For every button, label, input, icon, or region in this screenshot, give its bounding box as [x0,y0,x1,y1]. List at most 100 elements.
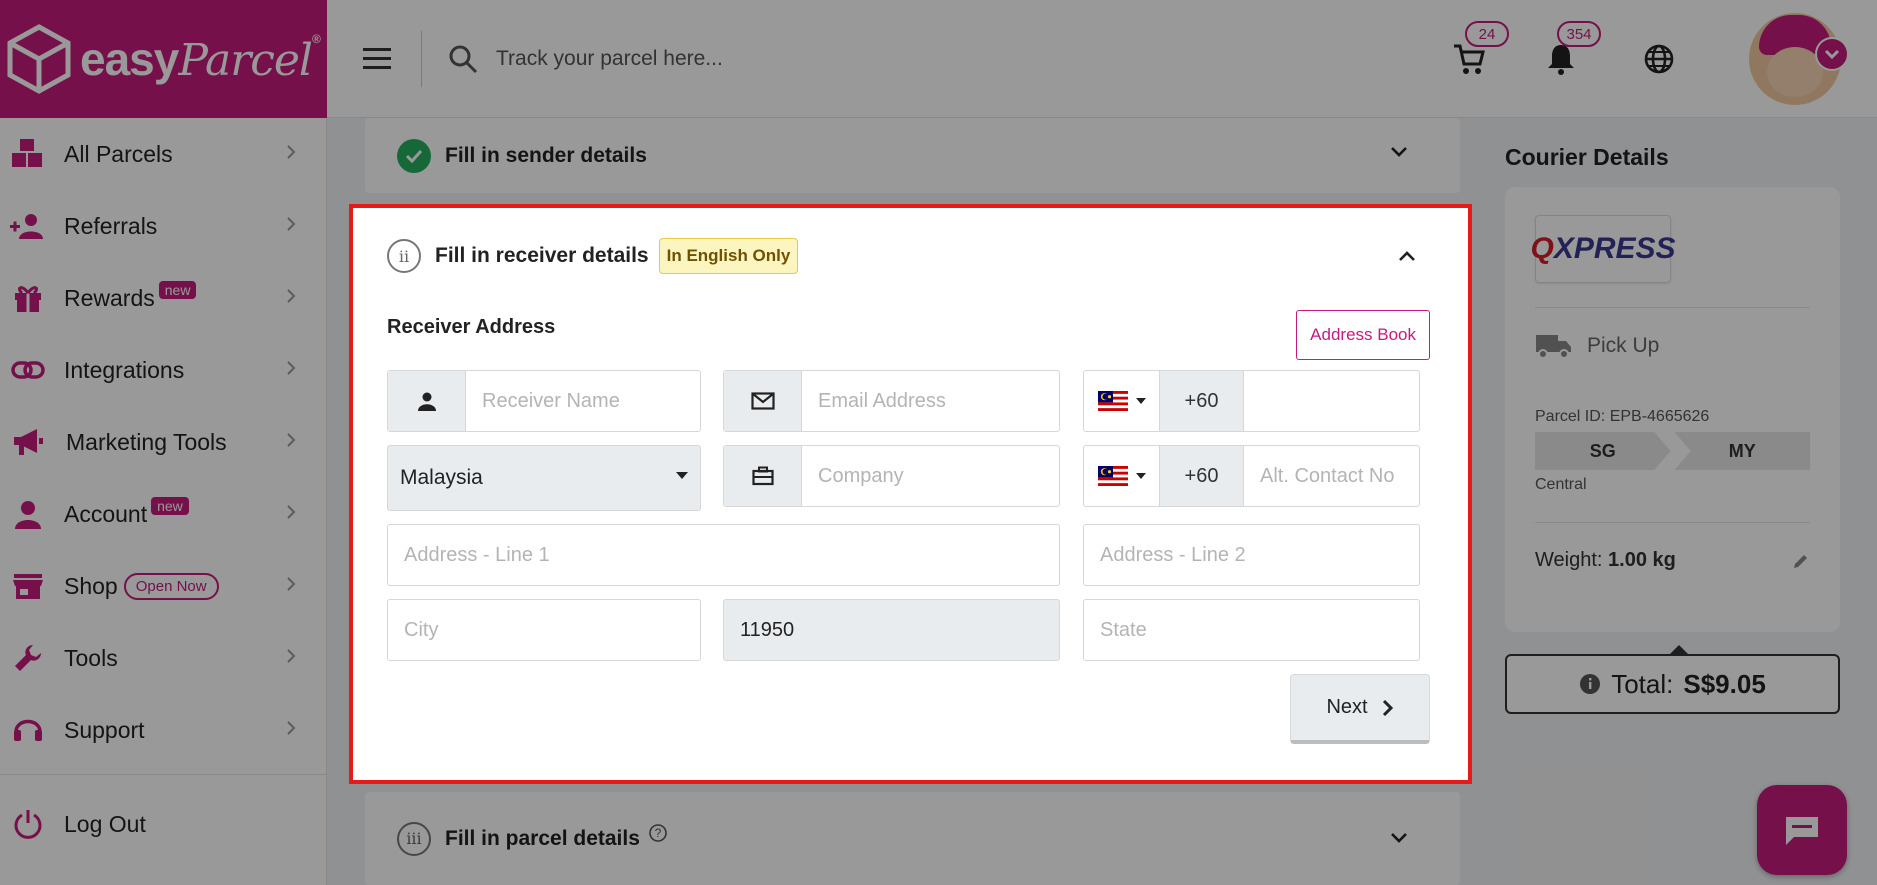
sidebar-item-tools[interactable]: Tools [0,622,326,694]
chevron-down-icon[interactable] [1390,832,1408,844]
person-icon [388,371,466,431]
logout-label: Log Out [64,810,146,837]
step-parcel[interactable]: iii Fill in parcel details ? [365,792,1460,885]
user-avatar[interactable] [1749,13,1849,105]
chat-button[interactable] [1757,785,1847,875]
bell-icon [1548,45,1574,75]
sidebar-item-all-parcels[interactable]: All Parcels [0,118,326,190]
receiver-address-label: Receiver Address [387,316,556,338]
sidebar-item-label: All Parcels [64,140,173,167]
route-from: SG [1535,432,1671,470]
truck-icon [1536,335,1571,359]
route-to: MY [1674,432,1810,470]
phone-code: +60 [1160,371,1244,431]
sidebar-divider [0,774,326,775]
main-content: Fill in sender details [365,118,1460,193]
power-icon [8,804,48,844]
sidebar-item-label: Marketing Tools [66,428,227,455]
track-parcel-search-input[interactable] [496,46,1096,71]
weight-label: Weight: [1535,549,1603,571]
step-sender-title: Fill in sender details [445,143,647,167]
sidebar-item-label: Tools [64,644,118,671]
sidebar-item-referrals[interactable]: Referrals [0,190,326,262]
topbar-divider [421,30,422,87]
language-button[interactable] [1639,39,1679,79]
sidebar-item-integrations[interactable]: Integrations [0,334,326,406]
country-code-select[interactable] [1084,371,1160,431]
sidebar-item-rewards[interactable]: Rewards new [0,262,326,334]
chevron-right-icon [287,145,296,159]
cart-icon [1454,44,1485,74]
logout-button[interactable]: Log Out [0,788,320,860]
user-icon [8,494,48,534]
globe-icon [1644,44,1674,74]
city-input[interactable] [388,600,700,660]
sidebar: All Parcels Referrals Rewards new Integr… [0,118,327,885]
courier-card: QXPRESS Pick Up Parcel ID: EPB-4665626 S… [1505,187,1840,632]
total-label: Total: [1611,668,1674,699]
headset-icon [8,710,48,750]
company-input[interactable] [802,446,1059,506]
sidebar-item-label: Support [64,716,145,743]
alt-phone-input[interactable] [1244,446,1419,506]
postcode-input[interactable] [724,600,1059,660]
caret-down-icon [676,472,688,479]
chevron-right-icon [287,433,296,447]
address-line2-input[interactable] [1084,525,1419,585]
caret-down-icon [1135,473,1146,479]
divider [1535,522,1810,523]
sidebar-item-shop[interactable]: Shop Open Now [0,550,326,622]
step-number-ii: ii [387,239,421,273]
weight-row: Weight: 1.00 kg [1535,549,1810,572]
phone-input[interactable] [1244,371,1419,431]
topbar-icons: 24 354 [1449,0,1877,118]
chevron-right-icon [287,289,296,303]
divider [1535,307,1810,308]
hamburger-menu-button[interactable] [357,39,397,79]
malaysia-flag-icon [1097,391,1128,411]
sidebar-item-label: Rewards [64,284,155,311]
help-icon[interactable]: ? [648,823,668,843]
alt-country-code-select[interactable] [1084,446,1160,506]
step-number-iii: iii [397,821,431,856]
chevron-down-icon[interactable] [1390,146,1408,158]
total-value: S$9.05 [1683,668,1766,699]
svg-text:?: ? [655,826,662,840]
edit-pencil-icon[interactable] [1792,552,1810,570]
open-now-badge: Open Now [123,572,219,600]
route-indicator: SG MY [1535,432,1810,470]
chevron-right-icon [287,217,296,231]
cart-button[interactable]: 24 [1449,21,1509,79]
sidebar-item-support[interactable]: Support [0,694,326,766]
step-sender[interactable]: Fill in sender details [365,118,1460,193]
brand-logo[interactable]: easyParcel® [0,0,327,118]
sidebar-item-label: Shop [64,572,118,599]
sidebar-item-marketing-tools[interactable]: Marketing Tools [0,406,326,478]
chevron-up-icon[interactable] [1398,250,1416,262]
sidebar-item-label: Referrals [64,212,158,239]
chevron-right-icon [1382,699,1393,716]
link-icon [8,350,48,390]
receiver-name-field [387,370,701,432]
avatar-dropdown-button[interactable] [1815,37,1849,71]
cart-count-badge: 24 [1465,21,1509,47]
sidebar-item-account[interactable]: Account new [0,478,326,550]
top-bar: 24 354 [327,0,1877,118]
weight-value: 1.00 kg [1608,549,1676,571]
notifications-button[interactable]: 354 [1541,21,1601,79]
envelope-icon [724,371,802,431]
address-book-button[interactable]: Address Book [1296,310,1430,360]
english-only-badge: In English Only [658,238,799,274]
receiver-name-input[interactable] [466,371,700,431]
country-select[interactable]: Malaysia [387,445,701,511]
store-icon [8,566,48,606]
address-line1-input[interactable] [388,525,1059,585]
parcel-id: Parcel ID: EPB-4665626 [1535,408,1710,425]
gift-icon [8,278,48,318]
state-input[interactable] [1084,600,1419,660]
country-value: Malaysia [400,466,483,489]
briefcase-icon [724,446,802,506]
next-button[interactable]: Next [1290,674,1430,744]
referrals-icon [8,206,48,246]
email-input[interactable] [802,371,1059,431]
